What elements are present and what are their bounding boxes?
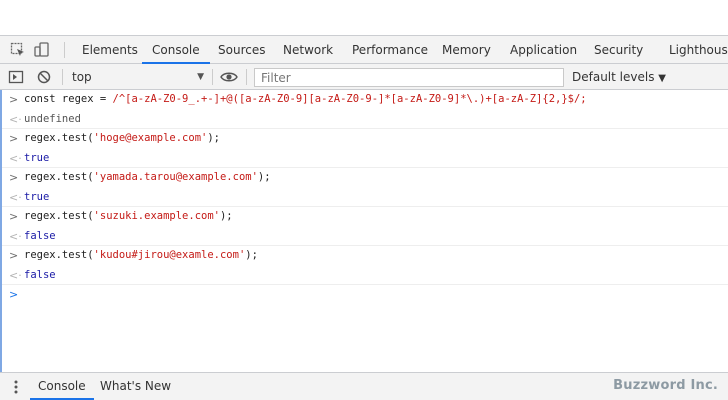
devtools-tabbar: Elements Console Sources Network Perform…: [0, 36, 728, 64]
tab-sources[interactable]: Sources: [218, 36, 265, 64]
console-output-line: <· true: [2, 149, 728, 168]
console-input-line: > regex.test('yamada.tarou@example.com')…: [2, 168, 728, 188]
console-toolbar: top ▼ Default levels ▼: [0, 64, 728, 90]
code-text: const regex =: [24, 93, 113, 105]
filter-input[interactable]: [254, 68, 564, 87]
code-suffix: );: [207, 132, 220, 144]
context-selector[interactable]: top ▼: [66, 68, 208, 86]
dropdown-arrow-icon: ▼: [658, 73, 666, 84]
drawer-tab-whats-new[interactable]: What's New: [100, 373, 171, 400]
output-chevron-icon: <·: [9, 151, 22, 165]
console-prompt[interactable]: >: [2, 285, 728, 305]
input-chevron-icon: >: [9, 93, 19, 106]
log-levels-dropdown[interactable]: Default levels ▼: [572, 68, 666, 86]
code-text: regex.test(: [24, 132, 94, 144]
watermark: Buzzword Inc.: [613, 378, 718, 393]
console-input-line: > const regex = /^[a-zA-Z0-9_.+-]+@([a-z…: [2, 90, 728, 110]
drawer-tab-console[interactable]: Console: [30, 373, 94, 400]
code-suffix: );: [219, 210, 233, 222]
output-chevron-icon: <·: [9, 112, 22, 126]
tab-security[interactable]: Security: [594, 36, 643, 64]
console-output-line: <· false: [2, 266, 728, 285]
code-text: regex.test(: [24, 249, 94, 261]
more-options-icon[interactable]: [14, 379, 18, 395]
sidebar-toggle-icon[interactable]: [8, 69, 24, 85]
output-chevron-icon: <·: [9, 190, 22, 204]
string-literal: 'kudou#jirou@examle.com': [93, 249, 246, 261]
tabbar-separator: [64, 42, 65, 58]
regex-literal: /^[a-zA-Z0-9_.+-]+@([a-zA-Z0-9][a-zA-Z0-…: [112, 93, 587, 105]
console-input-line: > regex.test('hoge@example.com');: [2, 129, 728, 149]
tab-application[interactable]: Application: [510, 36, 577, 64]
result-value: false: [24, 268, 56, 281]
tab-network[interactable]: Network: [283, 36, 333, 64]
log-levels-label: Default levels: [572, 70, 655, 84]
console-output-line: <· undefined: [2, 110, 728, 129]
result-value: false: [24, 229, 56, 242]
inspect-element-icon[interactable]: [10, 42, 26, 58]
context-label: top: [72, 70, 92, 84]
toolbar-separator: [212, 69, 213, 85]
tab-console[interactable]: Console: [142, 36, 210, 64]
code-text: regex.test(: [24, 210, 94, 222]
code-text: regex.test(: [24, 171, 94, 183]
console-messages: > const regex = /^[a-zA-Z0-9_.+-]+@([a-z…: [0, 90, 728, 372]
console-output-line: <· true: [2, 188, 728, 207]
toolbar-separator: [62, 69, 63, 85]
input-chevron-icon: >: [9, 171, 19, 184]
string-literal: 'suzuki.example.com': [93, 210, 220, 222]
result-value: true: [24, 151, 50, 164]
window-top-area: [0, 0, 728, 36]
input-chevron-icon: >: [9, 249, 19, 262]
input-chevron-icon: >: [9, 210, 19, 223]
result-value: true: [24, 190, 50, 203]
prompt-chevron-icon: >: [9, 288, 19, 301]
code-suffix: );: [245, 249, 258, 261]
console-input-line: > regex.test('kudou#jirou@examle.com');: [2, 246, 728, 266]
input-chevron-icon: >: [9, 132, 19, 145]
toolbar-separator: [246, 69, 247, 85]
eye-icon[interactable]: [220, 69, 238, 85]
console-input-line: > regex.test('suzuki.example.com');: [2, 207, 728, 227]
clear-console-icon[interactable]: [36, 69, 52, 85]
device-toolbar-icon[interactable]: [34, 42, 50, 58]
tab-performance[interactable]: Performance: [352, 36, 428, 64]
tab-memory[interactable]: Memory: [442, 36, 491, 64]
output-chevron-icon: <·: [9, 268, 22, 282]
tab-lighthouse[interactable]: Lighthouse: [669, 36, 728, 64]
code-suffix: );: [257, 171, 271, 183]
bottom-drawer: Console What's New Buzzword Inc.: [0, 372, 728, 400]
console-output-line: <· false: [2, 227, 728, 246]
string-literal: 'hoge@example.com': [93, 132, 208, 144]
output-chevron-icon: <·: [9, 229, 22, 243]
string-literal: 'yamada.tarou@example.com': [93, 171, 258, 183]
tab-elements[interactable]: Elements: [82, 36, 138, 64]
dropdown-arrow-icon: ▼: [197, 72, 204, 82]
result-value: undefined: [24, 112, 81, 125]
